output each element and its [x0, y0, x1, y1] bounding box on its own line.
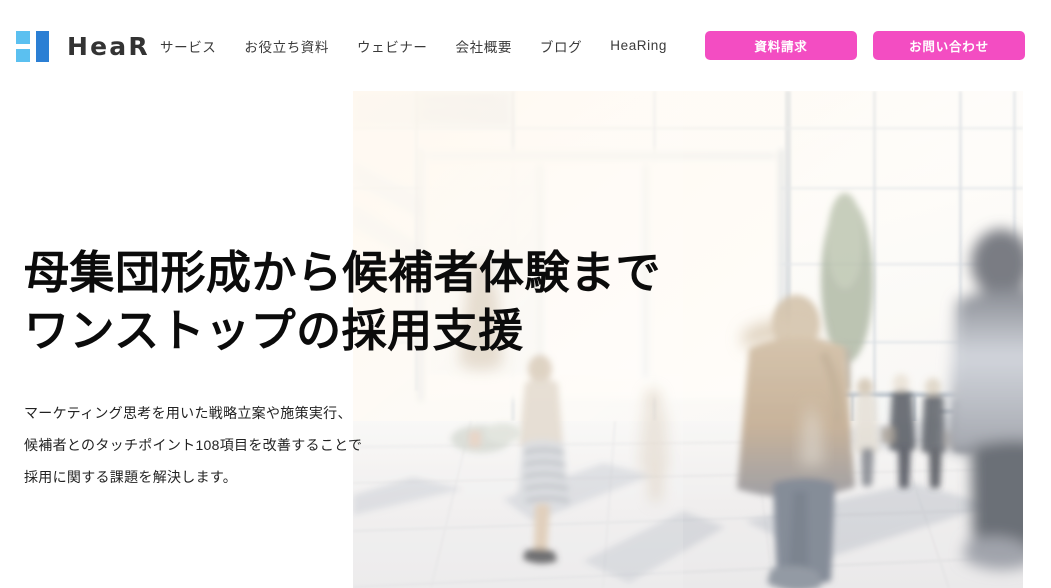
- nav-item-service[interactable]: サービス: [160, 30, 216, 62]
- hero-section: 母集団形成から候補者体験まで ワンストップの採用支援 マーケティング思考を用いた…: [0, 91, 1051, 588]
- logo-square-bottom: [16, 48, 30, 62]
- contact-button[interactable]: お問い合わせ: [873, 31, 1025, 60]
- header-cta-group: 資料請求 お問い合わせ: [705, 31, 1025, 60]
- nav-item-hearing[interactable]: HeaRing: [610, 32, 667, 59]
- nav-item-resources[interactable]: お役立ち資料: [244, 30, 329, 62]
- logo-link[interactable]: HeaR: [16, 29, 150, 63]
- hero-photo: [353, 91, 1023, 588]
- hero-lead-line-2: 候補者とのタッチポイント108項目を改善することで: [24, 436, 363, 453]
- nav-item-webinar[interactable]: ウェビナー: [357, 30, 428, 62]
- logo-bar: [36, 30, 49, 62]
- hero-lead-line-3: 採用に関する課題を解決します。: [24, 468, 238, 485]
- logo-square-top: [16, 30, 30, 44]
- logo-mark-icon: [16, 30, 58, 62]
- page-root: HeaR サービス お役立ち資料 ウェビナー 会社概要 ブログ HeaRing …: [0, 0, 1051, 588]
- nav-item-company[interactable]: 会社概要: [456, 30, 512, 62]
- primary-nav: サービス お役立ち資料 ウェビナー 会社概要 ブログ HeaRing: [160, 0, 667, 91]
- logo-wordmark: HeaR: [67, 31, 150, 61]
- document-request-button[interactable]: 資料請求: [705, 31, 857, 60]
- nav-item-blog[interactable]: ブログ: [540, 30, 582, 62]
- hero-lead-line-1: マーケティング思考を用いた戦略立案や施策実行、: [24, 405, 352, 421]
- hero-lead: マーケティング思考を用いた戦略立案や施策実行、 候補者とのタッチポイント108項…: [24, 398, 362, 494]
- site-header: HeaR サービス お役立ち資料 ウェビナー 会社概要 ブログ HeaRing …: [0, 0, 1051, 91]
